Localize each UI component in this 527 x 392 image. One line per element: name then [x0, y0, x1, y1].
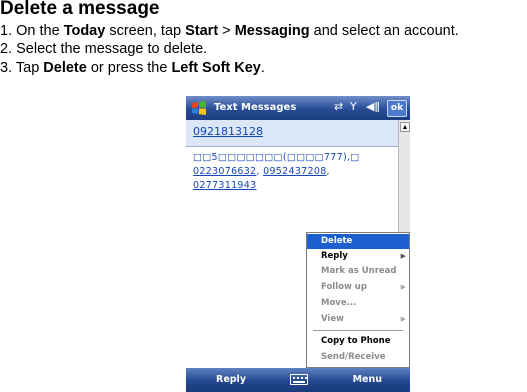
left-soft-key[interactable]: Reply: [216, 374, 246, 385]
step-text: >: [218, 23, 235, 39]
phone-link[interactable]: 0952437208: [263, 166, 326, 177]
menu-item-label: Mark as Unread: [321, 266, 397, 276]
menu-item-label: Follow up: [321, 282, 367, 292]
step-term-today: Today: [63, 23, 106, 39]
submenu-arrow-icon: ▶: [400, 283, 406, 291]
step-term-messaging: Messaging: [234, 23, 310, 39]
step-text: and select an account.: [309, 23, 459, 39]
step-number: 1.: [0, 23, 13, 39]
submenu-arrow-icon: ▶: [400, 252, 406, 260]
phone-link[interactable]: 0277311943: [193, 180, 256, 191]
step-term-left-soft-key: Left Soft Key: [171, 60, 261, 76]
phone-link[interactable]: 0223076632: [193, 166, 256, 177]
menu-item-label: Copy to Phone: [321, 336, 391, 346]
body-line: □□5□□□□□□□(□□□□777),□: [193, 152, 360, 163]
antenna-icon[interactable]: Y: [350, 100, 357, 113]
menu-item-move[interactable]: Move...: [307, 296, 409, 311]
step-text: On the: [16, 23, 64, 39]
sender-number[interactable]: 0921813128: [193, 125, 263, 138]
message-body: □□5□□□□□□□(□□□□777),□ 0223076632, 095243…: [193, 151, 393, 193]
submenu-arrow-icon: ▶: [400, 315, 406, 323]
menu-item-label: Delete: [321, 236, 353, 246]
phone-screenshot: Text Messages ⇄ Y ◀ǁ ok 0921813128 □□5□□…: [186, 96, 410, 392]
step-number: 2.: [0, 41, 13, 57]
page-title: Delete a message: [0, 0, 160, 19]
step-term-delete: Delete: [43, 60, 87, 76]
step-1: 1. On the Today screen, tap Start > Mess…: [0, 23, 459, 40]
step-text: Tap: [15, 60, 44, 76]
context-menu: Delete Reply ▶ Mark as Unread Follow up ▶ …: [306, 232, 410, 368]
windows-flag-icon[interactable]: [191, 100, 207, 116]
menu-item-reply[interactable]: Reply ▶: [307, 249, 409, 264]
menu-item-view[interactable]: View ▶: [307, 312, 409, 327]
step-text: screen, tap: [105, 23, 186, 39]
menu-separator: [313, 330, 403, 331]
soft-key-bar: Reply Menu: [186, 368, 410, 392]
connectivity-icon[interactable]: ⇄: [334, 100, 343, 113]
menu-item-delete[interactable]: Delete: [307, 234, 409, 249]
step-3: 3. Tap Delete or press the Left Soft Key…: [0, 60, 265, 77]
step-term-start: Start: [185, 23, 219, 39]
message-header: 0921813128: [186, 120, 398, 147]
body-separator: ,: [326, 166, 330, 177]
keyboard-icon[interactable]: [290, 374, 308, 385]
step-number: 3.: [0, 60, 13, 76]
right-soft-key[interactable]: Menu: [353, 374, 382, 385]
step-text: Select the message to delete.: [16, 41, 208, 57]
step-text: or press the: [86, 60, 172, 76]
step-text: .: [260, 60, 265, 76]
menu-item-label: Send/Receive: [321, 352, 386, 362]
app-title: Text Messages: [214, 102, 297, 113]
menu-item-label: Reply: [321, 251, 348, 261]
menu-item-label: View: [321, 314, 344, 324]
menu-item-label: Move...: [321, 298, 357, 308]
step-2: 2. Select the message to delete.: [0, 41, 207, 58]
ok-button[interactable]: ok: [387, 100, 407, 117]
title-bar: Text Messages ⇄ Y ◀ǁ ok: [186, 96, 410, 120]
speaker-icon[interactable]: ◀ǁ: [366, 100, 380, 113]
menu-item-copy-to-phone[interactable]: Copy to Phone: [307, 334, 409, 349]
scroll-up-icon[interactable]: ▲: [400, 122, 410, 132]
menu-item-follow-up[interactable]: Follow up ▶: [307, 280, 409, 295]
menu-item-mark-as-unread[interactable]: Mark as Unread: [307, 264, 409, 279]
menu-item-send-receive[interactable]: Send/Receive: [307, 350, 409, 365]
